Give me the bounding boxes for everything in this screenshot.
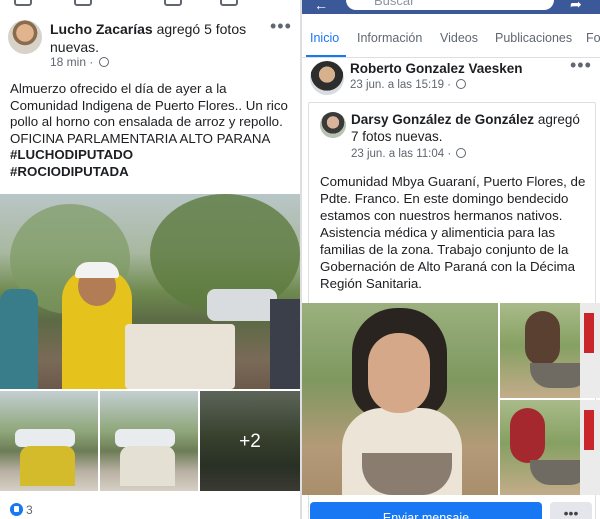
post-photo-thumb[interactable] [100, 391, 198, 491]
post-photo-main[interactable] [302, 303, 498, 495]
avatar[interactable] [8, 20, 42, 54]
top-bar: ← Buscar ➦ [302, 0, 600, 14]
post-time-text: 23 jun. a las 15:19 · [350, 79, 452, 91]
tab-inicio[interactable]: Inicio [310, 31, 339, 45]
right-post-panel: ← Buscar ➦ Inicio Información Videos Pub… [302, 0, 600, 519]
tab-informacion[interactable]: Información [357, 31, 422, 45]
globe-icon [456, 148, 467, 158]
share-icon[interactable]: ➦ [570, 0, 582, 13]
tab-videos[interactable]: Videos [440, 31, 478, 45]
hashtag-link[interactable]: #LUCHODIPUTADO [10, 147, 295, 164]
post-header: Lucho Zacarías agregó 5 fotos nuevas. [50, 20, 265, 56]
post-photo-thumbnails: +2 [0, 391, 300, 491]
avatar[interactable] [310, 61, 344, 95]
page-tabs: Inicio Información Videos Publicaciones … [302, 14, 600, 58]
post-timestamp[interactable]: 23 jun. a las 15:19 · [350, 79, 467, 91]
post-photo-thumb[interactable] [0, 391, 98, 491]
reactions-count: 3 [26, 503, 33, 517]
active-tab-indicator [306, 55, 346, 57]
reactions-summary[interactable]: 3 [10, 503, 33, 517]
tab-fotos[interactable]: Fo [586, 31, 600, 45]
post-photo-thumbnails [500, 303, 600, 495]
like-icon [10, 503, 23, 516]
send-message-button[interactable]: Enviar mensaje [310, 502, 542, 519]
post-photo-thumb[interactable] [500, 400, 600, 495]
post-photo-thumb-more[interactable]: +2 [200, 391, 300, 491]
post-time-text: 18 min [50, 55, 87, 69]
shared-post-time-text: 23 jun. a las 11:04 · [351, 148, 452, 160]
marketplace-icon[interactable] [164, 0, 182, 6]
avatar[interactable] [320, 112, 346, 138]
tab-publicaciones[interactable]: Publicaciones [495, 31, 572, 45]
post-timestamp[interactable]: 18 min · [50, 55, 109, 69]
friends-icon[interactable] [74, 0, 92, 6]
post-photo-thumb[interactable] [500, 303, 600, 398]
post-text: Almuerzo ofrecido el día de ayer a la Co… [10, 81, 295, 180]
more-options-icon[interactable]: ••• [570, 56, 592, 74]
left-post-panel: Lucho Zacarías agregó 5 fotos nuevas. 18… [0, 0, 300, 519]
post-photo-main[interactable] [0, 194, 300, 389]
more-actions-button[interactable]: ••• [550, 502, 592, 519]
shared-post-text: Comunidad Mbya Guaraní, Puerto Flores, d… [320, 174, 586, 291]
top-nav-icons [0, 0, 300, 10]
shared-post-header: Darsy González de González agregó 7 foto… [351, 112, 591, 145]
notifications-icon[interactable] [220, 0, 238, 6]
globe-icon [98, 57, 109, 67]
back-arrow-icon[interactable]: ← [314, 0, 328, 13]
post-body: Almuerzo ofrecido el día de ayer a la Co… [10, 81, 288, 146]
shared-post-timestamp[interactable]: 23 jun. a las 11:04 · [351, 148, 467, 160]
hashtag-link[interactable]: #ROCIODIPUTADA [10, 164, 295, 181]
post-author[interactable]: Lucho Zacarías [50, 21, 153, 37]
globe-icon [456, 79, 467, 89]
more-photos-count: +2 [239, 431, 261, 452]
post-author[interactable]: Roberto Gonzalez Vaesken [350, 61, 523, 76]
shared-post-author[interactable]: Darsy González de González [351, 112, 534, 127]
search-input[interactable]: Buscar [346, 0, 554, 10]
more-options-icon[interactable]: ••• [270, 17, 292, 35]
home-icon[interactable] [14, 0, 32, 6]
page-action-bar: Enviar mensaje ••• [302, 502, 600, 519]
